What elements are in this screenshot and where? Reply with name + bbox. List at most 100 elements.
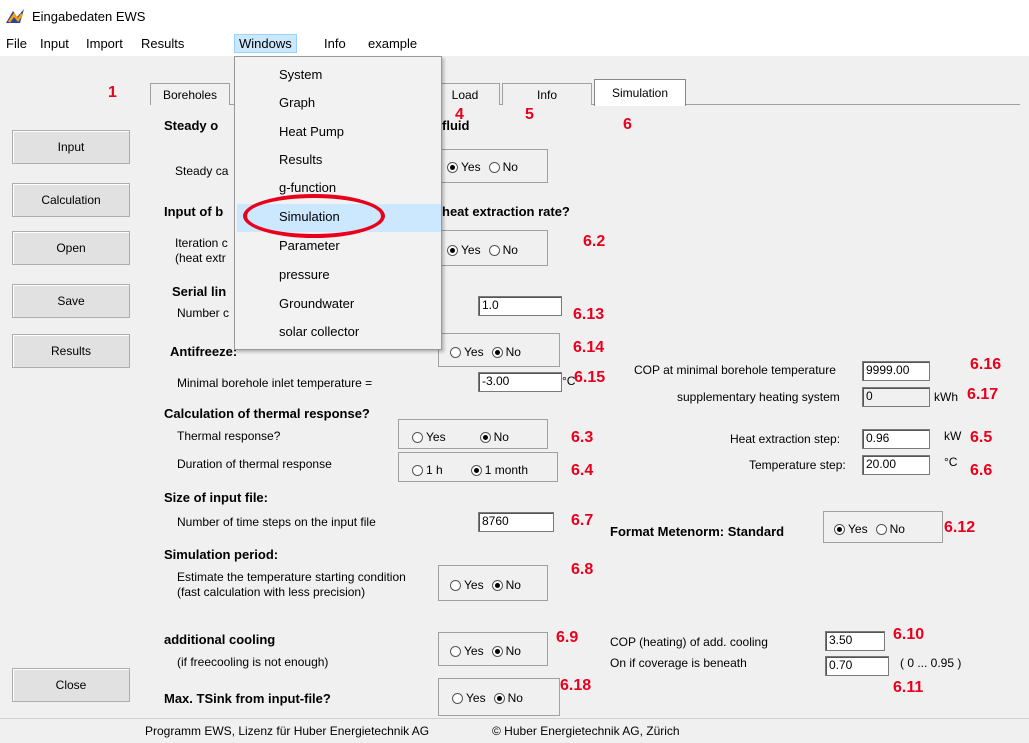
- coverage-label: On if coverage is beneath: [610, 656, 747, 670]
- highlight-ellipse: [243, 194, 385, 238]
- app-icon: [6, 9, 24, 23]
- heat-step-label: Heat extraction step:: [730, 432, 841, 446]
- tsink-heading: Max. TSink from input-file?: [164, 691, 331, 706]
- cop-heating-label: COP (heating) of add. cooling: [610, 635, 768, 649]
- title-bar: Eingabedaten EWS: [0, 0, 1029, 34]
- input-heading-end: heat extraction rate?: [442, 204, 570, 219]
- menu-info[interactable]: Info: [324, 36, 346, 51]
- thermal-no-radio[interactable]: No: [479, 430, 509, 444]
- steady-heading-end: fluid: [442, 118, 470, 133]
- metenorm-no-radio[interactable]: No: [875, 522, 905, 536]
- cop-heating-input[interactable]: 3.50: [825, 631, 885, 651]
- supp-input[interactable]: 0: [862, 387, 930, 407]
- thermal-yes-radio[interactable]: Yes: [412, 430, 446, 444]
- steady-yes-radio[interactable]: Yes: [447, 160, 481, 174]
- steady-label: Steady ca: [175, 164, 229, 178]
- close-button[interactable]: Close: [12, 668, 130, 702]
- menu-item-system[interactable]: System: [279, 67, 322, 82]
- menu-import[interactable]: Import: [86, 36, 123, 51]
- cop-min-input[interactable]: 9999.00: [862, 361, 930, 381]
- annotation-6-17: 6.17: [967, 386, 999, 403]
- antifreeze-radio-group: Yes No: [450, 345, 529, 359]
- tab-boreholes[interactable]: Boreholes: [150, 83, 230, 105]
- calculation-button[interactable]: Calculation: [12, 183, 130, 217]
- menu-windows[interactable]: Windows: [234, 34, 297, 53]
- coverage-input[interactable]: 0.70: [825, 656, 889, 676]
- heat-step-unit: kW: [944, 429, 962, 443]
- estimate-radio-group: Yes No: [450, 578, 529, 592]
- annotation-6-5: 6.5: [970, 429, 993, 446]
- iteration-yes-radio[interactable]: Yes: [447, 243, 481, 257]
- serial-heading: Serial lin: [172, 284, 227, 299]
- menu-item-g-function[interactable]: g-function: [279, 180, 336, 195]
- min-inlet-label: Minimal borehole inlet temperature =: [177, 376, 373, 390]
- status-left: Programm EWS, Lizenz für Huber Energiete…: [145, 724, 430, 738]
- min-inlet-input[interactable]: -3.00: [478, 372, 562, 392]
- metenorm-yes-radio[interactable]: Yes: [834, 522, 868, 536]
- menu-file[interactable]: File: [6, 36, 27, 51]
- status-right: © Huber Energietechnik AG, Zürich: [492, 724, 680, 738]
- input-button[interactable]: Input: [12, 130, 130, 164]
- serial-number-input[interactable]: 1.0: [478, 296, 562, 316]
- annotation-6-6: 6.6: [970, 462, 993, 479]
- duration-1month-radio[interactable]: 1 month: [470, 463, 528, 477]
- annotation-1: 1: [108, 84, 117, 101]
- duration-radio-group: 1 h 1 month: [412, 463, 536, 477]
- menu-example[interactable]: example: [368, 36, 417, 51]
- tab-simulation[interactable]: Simulation: [594, 79, 686, 106]
- tsink-no-radio[interactable]: No: [493, 691, 523, 705]
- steps-input[interactable]: 8760: [478, 512, 554, 532]
- cooling-no-radio[interactable]: No: [491, 644, 521, 658]
- steady-no-radio[interactable]: No: [488, 160, 518, 174]
- tsink-yes-radio[interactable]: Yes: [452, 691, 486, 705]
- annotation-6-8: 6.8: [571, 561, 594, 578]
- cooling-radio-group: Yes No: [450, 644, 529, 658]
- annotation-6-2: 6.2: [583, 233, 606, 250]
- tsink-radio-group: Yes No: [452, 691, 531, 705]
- save-button[interactable]: Save: [12, 284, 130, 318]
- annotation-6-10: 6.10: [893, 626, 925, 643]
- thermal-radio-group: Yes No: [412, 430, 517, 444]
- annotation-6: 6: [623, 116, 632, 133]
- thermal-label: Thermal response?: [177, 429, 281, 443]
- temp-step-unit: °C: [944, 455, 958, 469]
- menu-item-solar-collector[interactable]: solar collector: [279, 324, 359, 339]
- estimate-label-1: Estimate the temperature starting condit…: [177, 570, 406, 584]
- antifreeze-yes-radio[interactable]: Yes: [450, 345, 484, 359]
- menu-item-results[interactable]: Results: [279, 152, 322, 167]
- thermal-heading: Calculation of thermal response?: [164, 406, 370, 421]
- annotation-6-18: 6.18: [560, 677, 592, 694]
- estimate-no-radio[interactable]: No: [491, 578, 521, 592]
- menu-item-pressure[interactable]: pressure: [279, 267, 330, 282]
- steady-radio-group: Yes No: [447, 160, 526, 174]
- menu-item-groundwater[interactable]: Groundwater: [279, 296, 354, 311]
- estimate-label-2: (fast calculation with less precision): [177, 585, 366, 599]
- open-button[interactable]: Open: [12, 231, 130, 265]
- iteration-label-2: (heat extr: [175, 251, 226, 265]
- estimate-yes-radio[interactable]: Yes: [450, 578, 484, 592]
- menu-item-parameter[interactable]: Parameter: [279, 238, 340, 253]
- heat-step-input[interactable]: 0.96: [862, 429, 930, 449]
- cooling-heading: additional cooling: [164, 632, 276, 647]
- tab-info[interactable]: Info: [502, 83, 592, 105]
- number-label: Number c: [177, 306, 230, 320]
- cooling-yes-radio[interactable]: Yes: [450, 644, 484, 658]
- iteration-radio-group: Yes No: [447, 243, 526, 257]
- metenorm-radio-group: Yes No: [834, 522, 913, 536]
- size-heading: Size of input file:: [164, 490, 268, 505]
- sim-period-heading: Simulation period:: [164, 547, 279, 562]
- menu-results[interactable]: Results: [141, 36, 184, 51]
- duration-1h-radio[interactable]: 1 h: [412, 463, 443, 477]
- antifreeze-heading: Antifreeze:: [170, 344, 238, 359]
- steps-label: Number of time steps on the input file: [177, 515, 376, 529]
- iteration-no-radio[interactable]: No: [488, 243, 518, 257]
- annotation-6-11: 6.11: [893, 679, 924, 696]
- results-button[interactable]: Results: [12, 334, 130, 368]
- menu-item-graph[interactable]: Graph: [279, 95, 315, 110]
- antifreeze-no-radio[interactable]: No: [491, 345, 521, 359]
- annotation-6-13: 6.13: [573, 306, 605, 323]
- temp-step-input[interactable]: 20.00: [862, 455, 930, 475]
- menu-input[interactable]: Input: [40, 36, 69, 51]
- menu-item-heat-pump[interactable]: Heat Pump: [279, 124, 344, 139]
- supp-unit: kWh: [934, 390, 958, 404]
